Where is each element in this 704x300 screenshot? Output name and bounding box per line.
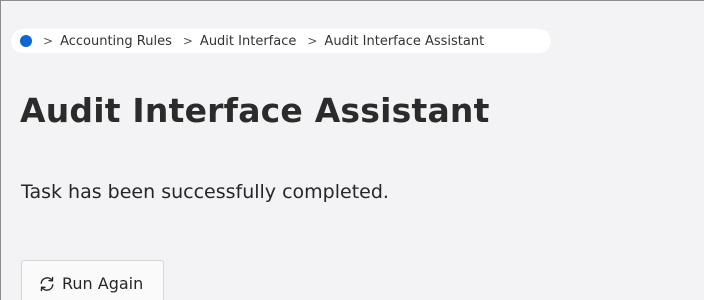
breadcrumb-item-audit-interface-assistant[interactable]: Audit Interface Assistant: [324, 34, 484, 49]
run-again-label: Run Again: [62, 274, 144, 293]
breadcrumb-separator: >: [43, 34, 54, 48]
refresh-icon: [38, 275, 56, 293]
home-icon[interactable]: [20, 35, 32, 47]
breadcrumb-item-audit-interface[interactable]: Audit Interface: [200, 34, 296, 49]
status-message: Task has been successfully completed.: [21, 181, 389, 203]
breadcrumb-separator: >: [307, 34, 318, 48]
page-title: Audit Interface Assistant: [20, 91, 490, 130]
breadcrumb: > Accounting Rules > Audit Interface > A…: [11, 29, 551, 53]
breadcrumb-item-accounting-rules[interactable]: Accounting Rules: [60, 34, 172, 49]
breadcrumb-separator: >: [182, 34, 193, 48]
page-frame: > Accounting Rules > Audit Interface > A…: [0, 0, 704, 300]
run-again-button[interactable]: Run Again: [21, 260, 164, 300]
